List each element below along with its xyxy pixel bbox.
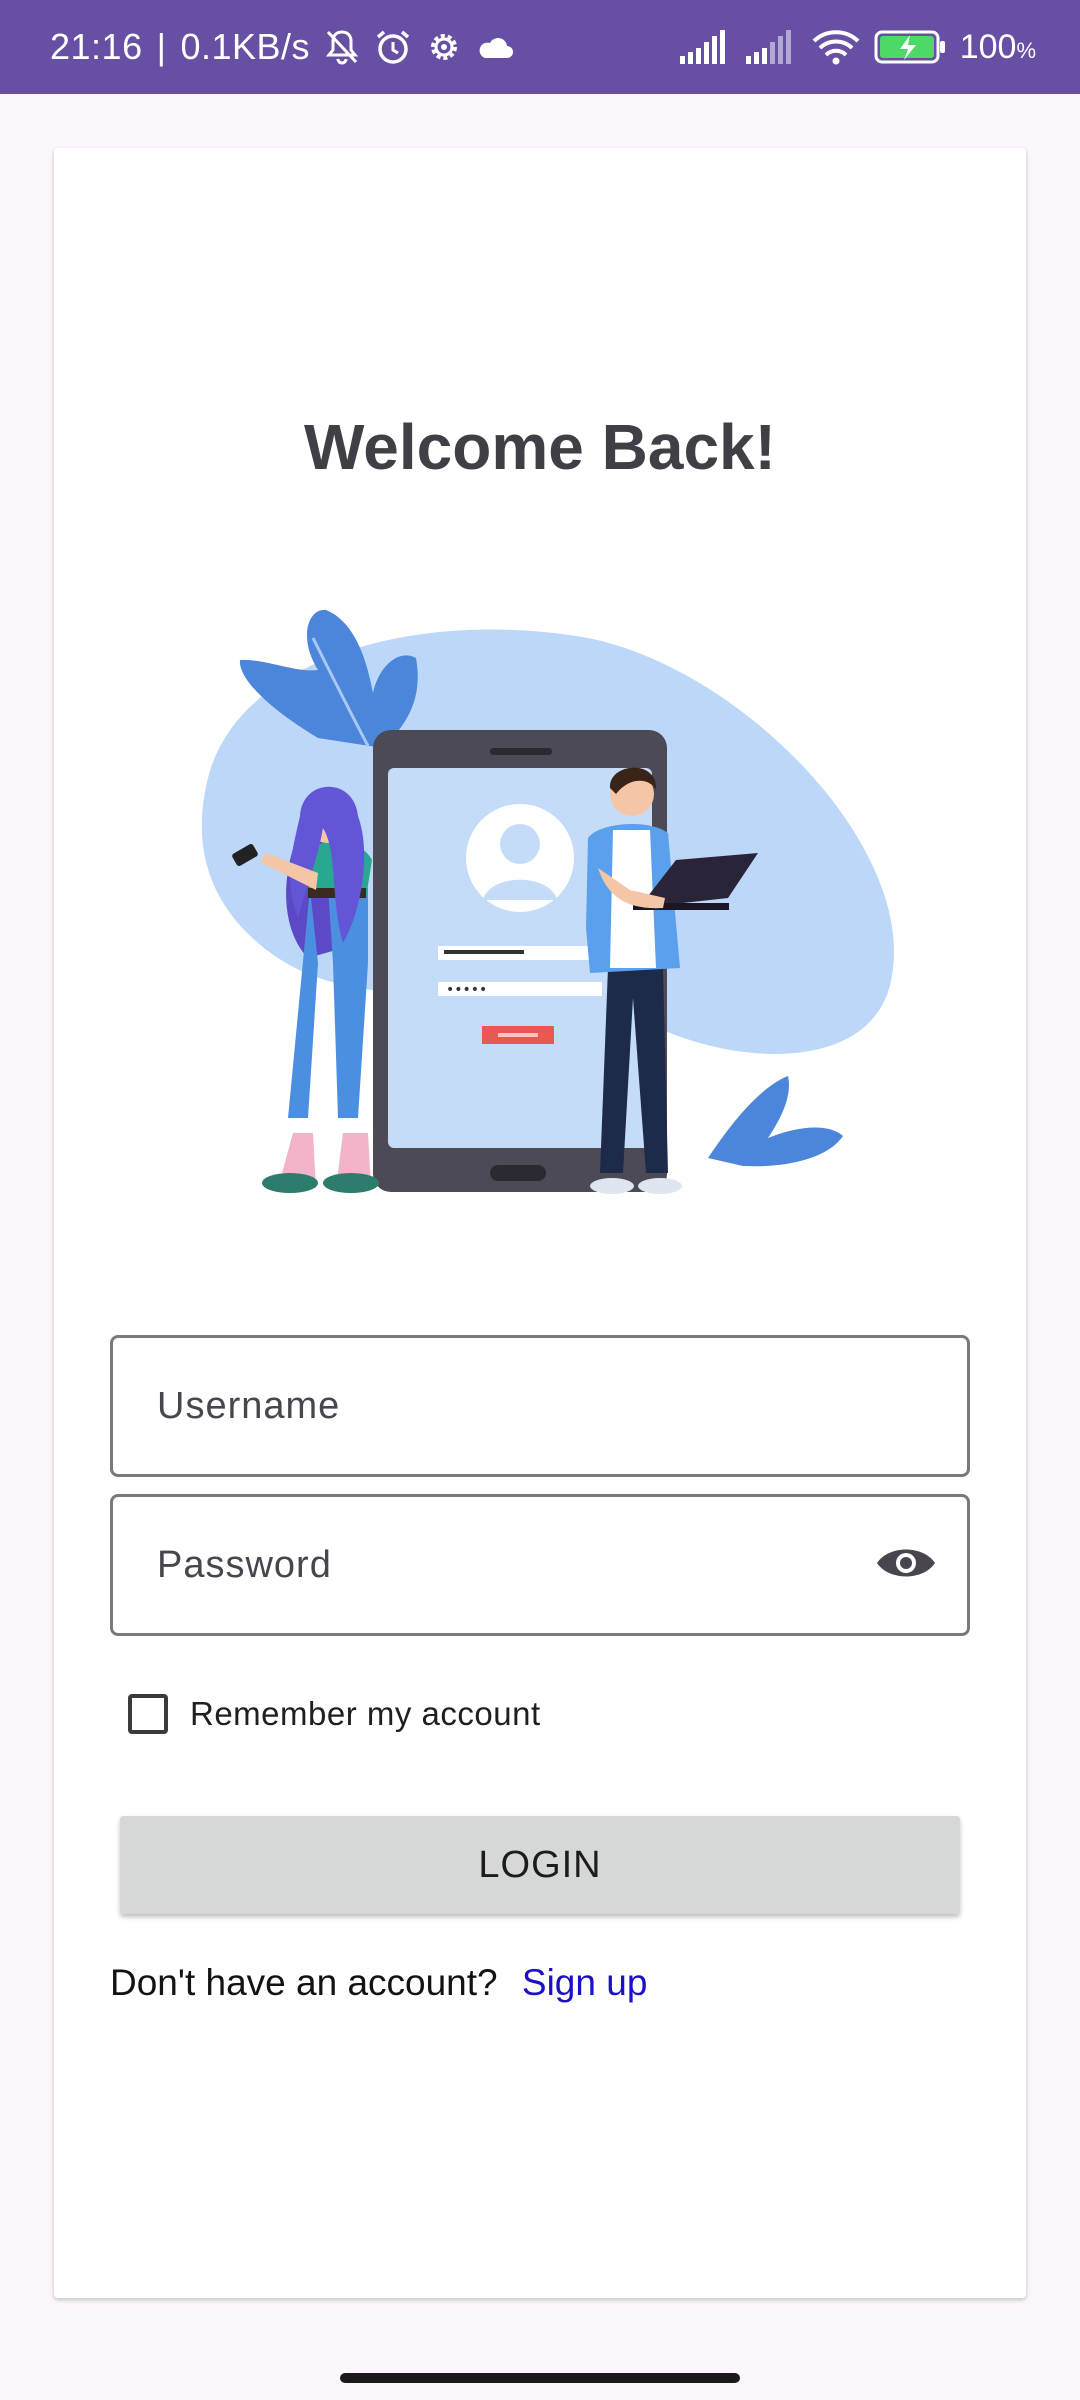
username-input[interactable] [155,1383,809,1429]
login-illustration: ••••• [201,609,894,1194]
notifications-off-icon [324,28,360,66]
signal-icon [679,30,732,64]
cloud-icon [476,34,514,60]
remember-account-checkbox[interactable] [128,1694,168,1734]
battery-percentage: 100% [959,27,1036,66]
signup-link[interactable]: Sign up [522,1962,648,2003]
remember-account-label[interactable]: Remember my account [190,1695,541,1733]
svg-text:•••••: ••••• [446,982,487,998]
signal-icon [745,30,798,64]
status-bar-left: 21:16 | 0.1KB/s [50,26,514,68]
settings-icon [426,29,462,65]
login-button[interactable]: LOGIN [120,1816,960,1914]
signup-prompt: Don't have an account? [110,1962,498,2003]
status-time: 21:16 [50,26,143,67]
remember-account-row[interactable]: Remember my account [128,1694,541,1734]
username-field[interactable] [110,1335,970,1477]
alarm-icon [374,28,412,66]
status-bar: 21:16 | 0.1KB/s 100% [0,0,1080,94]
password-input[interactable] [155,1542,809,1588]
toggle-password-visibility-icon[interactable] [875,1541,937,1590]
status-network-speed: 0.1KB/s [180,26,311,67]
battery-charging-icon [874,30,946,64]
status-bar-right: 100% [679,27,1036,67]
password-field[interactable] [110,1494,970,1636]
status-separator: | [156,26,167,67]
page-title: Welcome Back! [304,411,776,483]
gesture-navigation-handle[interactable] [340,2373,740,2383]
wifi-icon [812,29,860,65]
signup-row: Don't have an account? Sign up [110,1962,647,2004]
